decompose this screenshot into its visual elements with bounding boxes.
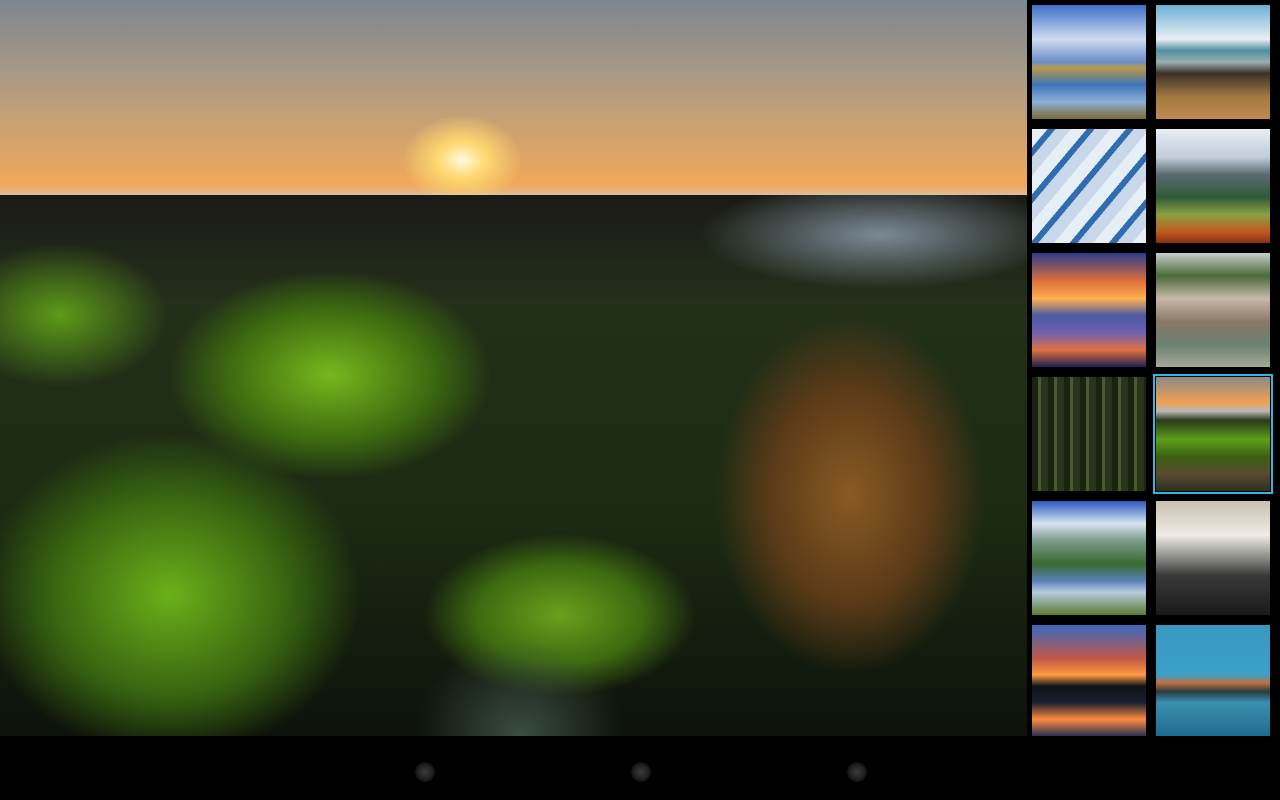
wallpaper-thumbnail-strip[interactable]	[1027, 0, 1280, 736]
system-navigation-bar	[0, 736, 1280, 800]
thumbnail-canyon-river[interactable]	[1156, 253, 1270, 367]
preview-image-landscape	[0, 195, 1027, 736]
thumbnail-mountain-lake-reflection[interactable]	[1032, 501, 1146, 615]
thumbnail-clouds-aerial[interactable]	[1032, 129, 1146, 243]
home-icon[interactable]	[631, 762, 651, 782]
thumbnail-forest-path-sunlight[interactable]	[1032, 377, 1146, 491]
back-icon[interactable]	[415, 762, 435, 782]
recent-apps-icon[interactable]	[847, 762, 867, 782]
thumbnail-sunset-city-reflection[interactable]	[1032, 625, 1146, 736]
thumbnail-beach-rocks-sea[interactable]	[1156, 5, 1270, 119]
thumbnail-mountain-valley-autumn[interactable]	[1156, 129, 1270, 243]
thumbnail-waterfront-houses-dusk[interactable]	[1156, 625, 1270, 736]
wallpaper-preview	[0, 0, 1027, 736]
thumbnail-sunset-clouds-water[interactable]	[1032, 253, 1146, 367]
thumbnail-sky-clouds-lake[interactable]	[1032, 5, 1146, 119]
thumbnail-mossy-rocks-sunset-coast[interactable]	[1153, 374, 1273, 494]
thumbnail-city-aerial-clouds[interactable]	[1156, 501, 1270, 615]
